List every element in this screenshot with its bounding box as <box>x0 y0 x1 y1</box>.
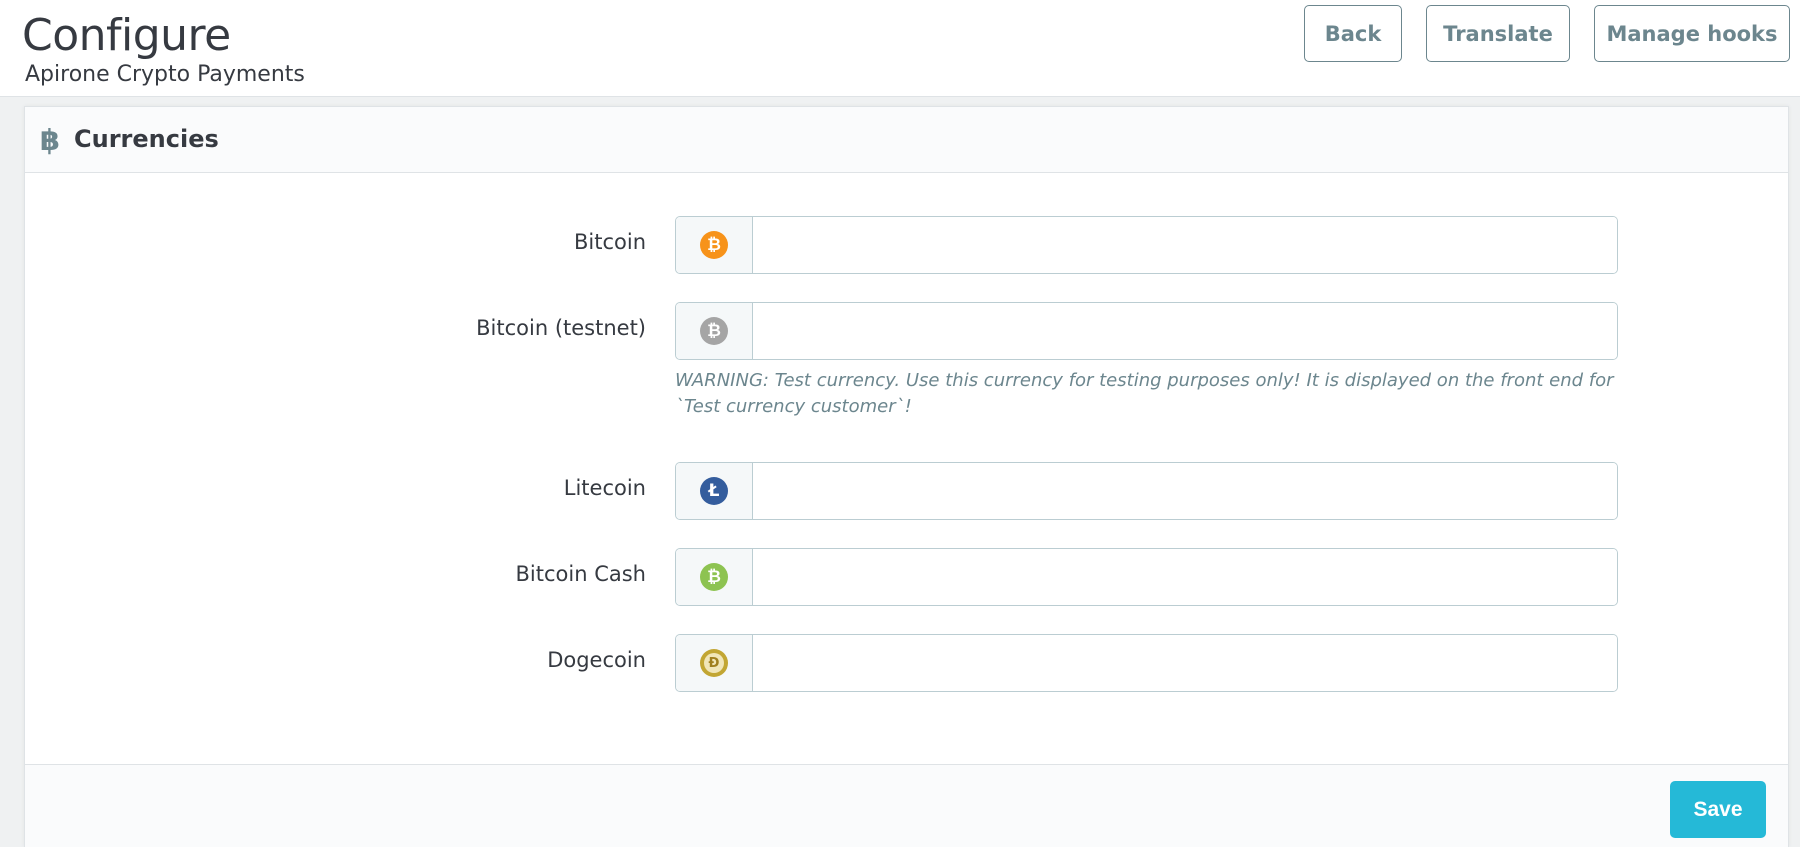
panel-footer: Save <box>25 764 1788 847</box>
litecoin-address-input[interactable] <box>753 463 1617 519</box>
back-button[interactable]: Back <box>1304 5 1402 62</box>
input-addon: ₿ <box>676 303 753 359</box>
panel-title: Currencies <box>74 125 219 153</box>
input-group: ₿ <box>675 302 1618 360</box>
input-addon: Ð <box>676 635 753 691</box>
field-label: Bitcoin (testnet) <box>476 316 646 340</box>
translate-button[interactable]: Translate <box>1426 5 1570 62</box>
input-addon: ₿ <box>676 217 753 273</box>
input-group: Ł <box>675 462 1618 520</box>
save-button[interactable]: Save <box>1670 781 1766 838</box>
panel-heading: ฿ Currencies <box>25 107 1788 173</box>
bitcoin-cash-address-input[interactable] <box>753 549 1617 605</box>
currencies-panel: ฿ Currencies Bitcoin ₿ Bitcoin (testnet)… <box>24 106 1789 847</box>
bitcoin-icon: ₿ <box>700 231 728 259</box>
dogecoin-icon: Ð <box>700 649 728 677</box>
litecoin-icon: Ł <box>700 477 728 505</box>
input-addon: ₿ <box>676 549 753 605</box>
page-title: Configure <box>22 10 231 61</box>
page-subtitle: Apirone Crypto Payments <box>25 62 305 87</box>
input-group: ₿ <box>675 548 1618 606</box>
field-label: Dogecoin <box>547 648 646 672</box>
input-addon: Ł <box>676 463 753 519</box>
bitcoin-address-input[interactable] <box>753 217 1617 273</box>
dogecoin-address-input[interactable] <box>753 635 1617 691</box>
bitcoin-icon: ฿ <box>39 123 61 157</box>
field-label: Litecoin <box>563 476 646 500</box>
field-label: Bitcoin Cash <box>515 562 646 586</box>
bitcoin-cash-icon: ₿ <box>700 563 728 591</box>
manage-hooks-button[interactable]: Manage hooks <box>1594 5 1790 62</box>
bitcoin-testnet-icon: ₿ <box>700 317 728 345</box>
field-label: Bitcoin <box>573 230 646 254</box>
testnet-warning-text: WARNING: Test currency. Use this currenc… <box>675 370 1614 417</box>
page-header: Configure Apirone Crypto Payments Back T… <box>0 0 1800 97</box>
input-group: ₿ <box>675 216 1618 274</box>
dogecoin-glyph: Ð <box>704 653 724 673</box>
input-group: Ð <box>675 634 1618 692</box>
bitcoin-testnet-address-input[interactable] <box>753 303 1617 359</box>
